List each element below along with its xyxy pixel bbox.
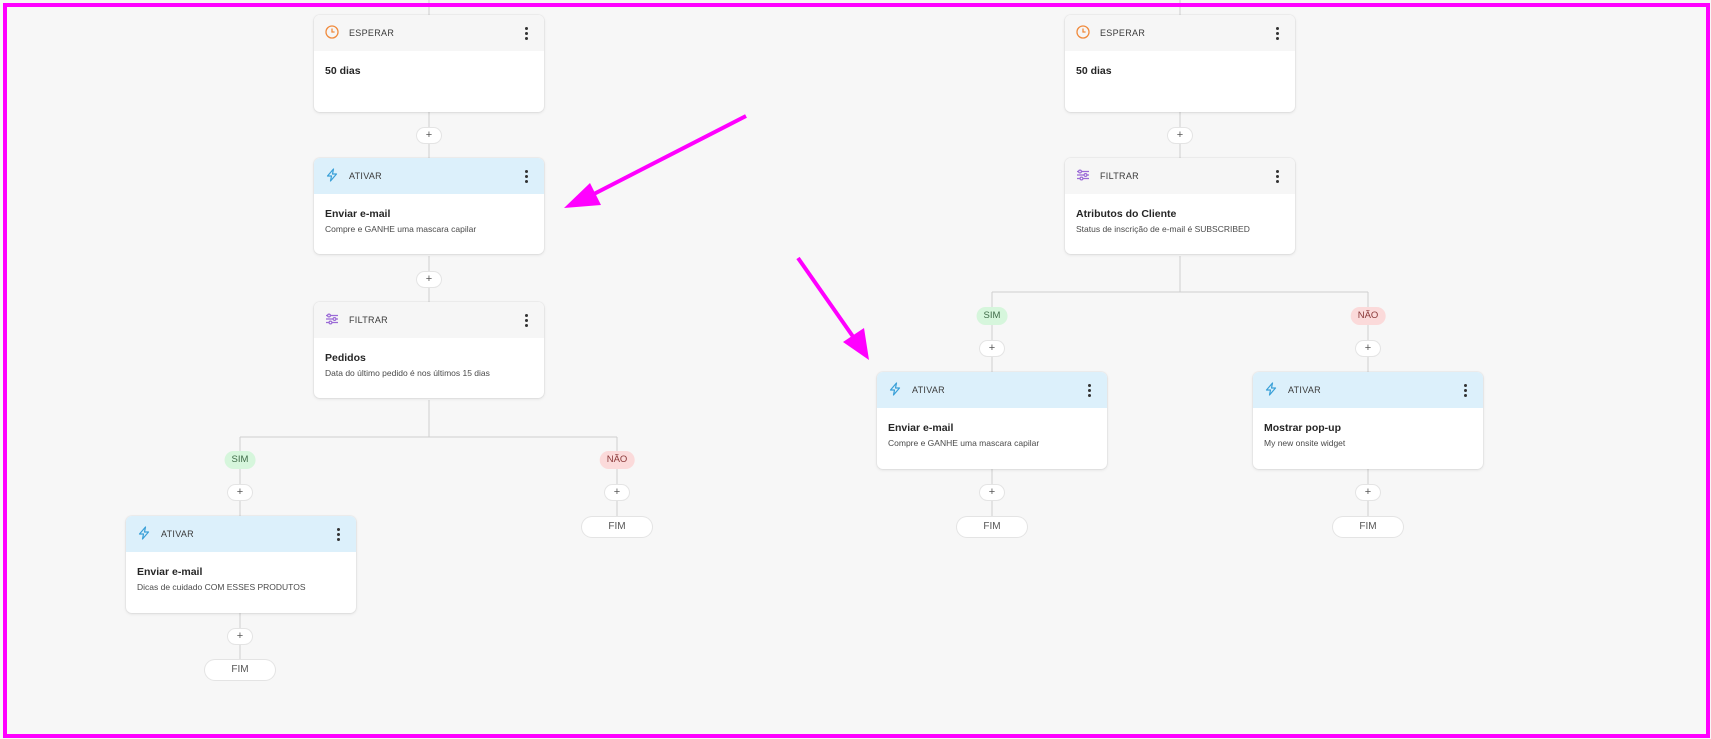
add-step-button[interactable]: + (1168, 128, 1192, 143)
flow-end-marker: FIM (582, 517, 652, 537)
node-type-label: ATIVAR (1288, 385, 1321, 395)
flow-connectors (239, 0, 1369, 660)
node-description: Compre e GANHE uma mascara capilar (325, 224, 477, 234)
node-menu-button[interactable] (1270, 24, 1284, 42)
branch-no-badge: NÃO (599, 451, 635, 469)
add-step-button[interactable]: + (605, 485, 629, 500)
node-type-label: ESPERAR (1100, 28, 1146, 38)
node-description: Status de inscrição de e-mail é SUBSCRIB… (1076, 224, 1250, 234)
add-step-button[interactable]: + (1356, 485, 1380, 500)
node-type-label: FILTRAR (349, 315, 388, 325)
node-description: Dicas de cuidado COM ESSES PRODUTOS (137, 582, 306, 592)
flow-end-marker: FIM (1333, 517, 1403, 537)
node-menu-button[interactable] (519, 167, 533, 185)
node-menu-button[interactable] (331, 525, 345, 543)
node-type-label: ATIVAR (161, 529, 194, 539)
add-step-button[interactable]: + (417, 272, 441, 287)
lightning-icon (325, 168, 341, 184)
flow-canvas[interactable]: ESPERAR 50 dias + ATIVAR Enviar e-mail C… (0, 0, 1711, 739)
node-type-label: FILTRAR (1100, 171, 1139, 181)
node-menu-button[interactable] (1458, 381, 1472, 399)
lightning-icon (1264, 382, 1280, 398)
add-step-button[interactable]: + (980, 485, 1004, 500)
annotation-arrow (589, 114, 747, 198)
node-menu-button[interactable] (519, 24, 533, 42)
wait-node[interactable]: ESPERAR 50 dias (1065, 15, 1295, 112)
node-title: Atributos do Cliente (1076, 208, 1177, 220)
node-title: Pedidos (325, 352, 366, 364)
activate-node[interactable]: ATIVAR Enviar e-mail Dicas de cuidado CO… (126, 516, 356, 613)
annotation-arrowhead (843, 328, 869, 360)
lightning-icon (888, 382, 904, 398)
branch-yes-badge: SIM (224, 451, 256, 469)
node-type-label: ESPERAR (349, 28, 395, 38)
filter-icon (325, 312, 341, 328)
node-type-label: ATIVAR (349, 171, 382, 181)
branch-no-badge: NÃO (1350, 307, 1386, 325)
activate-node[interactable]: ATIVAR Enviar e-mail Compre e GANHE uma … (877, 372, 1107, 469)
node-menu-button[interactable] (519, 311, 533, 329)
wait-node[interactable]: ESPERAR 50 dias (314, 15, 544, 112)
add-step-button[interactable]: + (417, 128, 441, 143)
node-title: Enviar e-mail (137, 566, 203, 578)
clock-icon (325, 25, 341, 41)
node-menu-button[interactable] (1082, 381, 1096, 399)
node-title: Mostrar pop-up (1264, 422, 1341, 434)
node-description: My new onsite widget (1264, 438, 1346, 448)
lightning-icon (137, 526, 153, 542)
flow-end-marker: FIM (957, 517, 1027, 537)
branch-yes-badge: SIM (976, 307, 1008, 325)
annotation-arrowhead (564, 183, 601, 208)
filter-node[interactable]: FILTRAR Pedidos Data do último pedido é … (314, 302, 544, 398)
node-description: Data do último pedido é nos últimos 15 d… (325, 368, 490, 378)
node-title: Enviar e-mail (888, 422, 954, 434)
add-step-button[interactable]: + (1356, 341, 1380, 356)
annotation-arrow (796, 256, 856, 340)
clock-icon (1076, 25, 1092, 41)
node-title: 50 dias (325, 65, 361, 77)
node-title: 50 dias (1076, 65, 1112, 77)
activate-node[interactable]: ATIVAR Mostrar pop-up My new onsite widg… (1253, 372, 1483, 469)
flow-end-marker: FIM (205, 660, 275, 680)
node-menu-button[interactable] (1270, 167, 1284, 185)
activate-node[interactable]: ATIVAR Enviar e-mail Compre e GANHE uma … (314, 158, 544, 254)
filter-icon (1076, 168, 1092, 184)
add-step-button[interactable]: + (228, 485, 252, 500)
node-title: Enviar e-mail (325, 208, 391, 220)
add-step-button[interactable]: + (980, 341, 1004, 356)
add-step-button[interactable]: + (228, 629, 252, 644)
node-description: Compre e GANHE uma mascara capilar (888, 438, 1040, 448)
filter-node[interactable]: FILTRAR Atributos do Cliente Status de i… (1065, 158, 1295, 254)
node-type-label: ATIVAR (912, 385, 945, 395)
